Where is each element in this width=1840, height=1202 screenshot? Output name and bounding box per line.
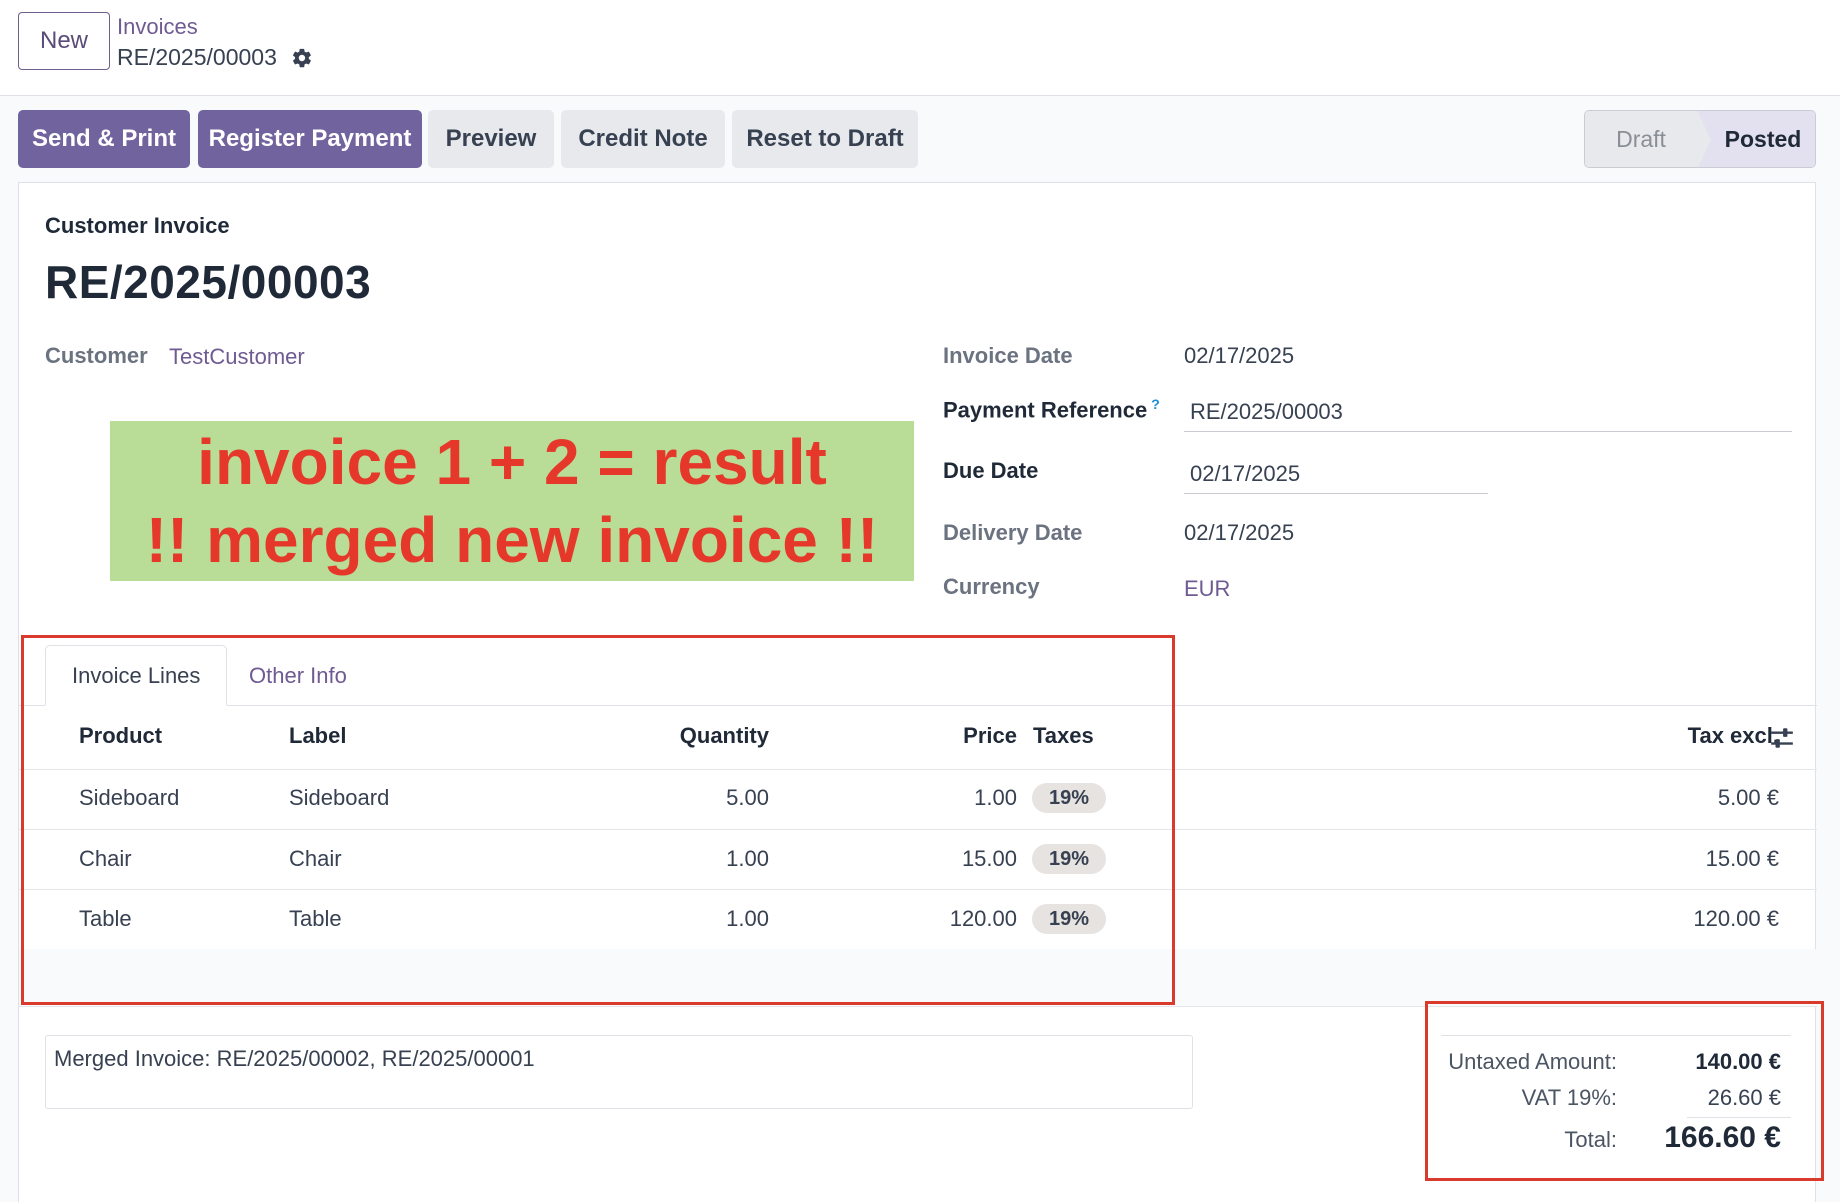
status-draft[interactable]: Draft xyxy=(1585,111,1711,167)
invoice-date-label: Invoice Date xyxy=(943,343,1073,368)
delivery-date-label: Delivery Date xyxy=(943,520,1083,545)
invoice-number-title: RE/2025/00003 xyxy=(45,256,372,308)
annotation-line-1: invoice 1 + 2 = result xyxy=(197,426,827,498)
row-3-subtotal: 120.00 € xyxy=(1693,906,1779,931)
credit-note-button[interactable]: Credit Note xyxy=(561,110,725,168)
highlight-box-totals xyxy=(1425,1001,1824,1181)
customer-link[interactable]: TestCustomer xyxy=(169,344,305,370)
row-2-subtotal: 15.00 € xyxy=(1705,846,1779,871)
status-posted[interactable]: Posted xyxy=(1697,111,1815,167)
due-date-input[interactable]: 02/17/2025 xyxy=(1190,461,1300,487)
row-1-subtotal: 5.00 € xyxy=(1717,785,1779,810)
due-date-underline xyxy=(1184,493,1488,494)
due-date-label: Due Date xyxy=(943,458,1039,483)
highlight-box-lines xyxy=(21,635,1175,1005)
narration-field[interactable]: Merged Invoice: RE/2025/00002, RE/2025/0… xyxy=(45,1035,1193,1109)
invoice-date-field[interactable]: 02/17/2025 xyxy=(1184,343,1294,369)
status-bar: Draft Posted xyxy=(1584,110,1816,168)
breadcrumb-parent-link[interactable]: Invoices xyxy=(117,14,198,40)
payment-reference-input[interactable]: RE/2025/00003 xyxy=(1190,399,1343,425)
payment-reference-label: Payment Reference? xyxy=(943,396,1160,423)
new-button[interactable]: New xyxy=(18,12,110,70)
delivery-date-field[interactable]: 02/17/2025 xyxy=(1184,520,1294,546)
register-payment-button[interactable]: Register Payment xyxy=(198,110,422,168)
send-print-button[interactable]: Send & Print xyxy=(18,110,190,168)
breadcrumb-current-label: RE/2025/00003 xyxy=(117,44,277,70)
payment-reference-underline xyxy=(1184,431,1792,432)
preview-button[interactable]: Preview xyxy=(428,110,554,168)
document-type: Customer Invoice xyxy=(45,213,230,238)
currency-link[interactable]: EUR xyxy=(1184,576,1230,602)
control-panel: New Invoices RE/2025/00003 xyxy=(0,0,1840,96)
annotation-line-2: !! merged new invoice !! xyxy=(145,504,879,576)
column-header-tax-excl[interactable]: Tax excl. xyxy=(1599,723,1779,749)
help-tooltip-icon[interactable]: ? xyxy=(1151,396,1160,412)
payment-reference-label-text: Payment Reference xyxy=(943,397,1148,423)
gear-icon[interactable] xyxy=(291,47,313,69)
annotation-banner: invoice 1 + 2 = result !! merged new inv… xyxy=(110,421,914,581)
reset-to-draft-button[interactable]: Reset to Draft xyxy=(732,110,918,168)
customer-label: Customer xyxy=(45,343,148,368)
optional-columns-icon[interactable] xyxy=(1769,725,1795,751)
currency-label: Currency xyxy=(943,574,1040,599)
breadcrumb-current: RE/2025/00003 xyxy=(117,44,313,71)
